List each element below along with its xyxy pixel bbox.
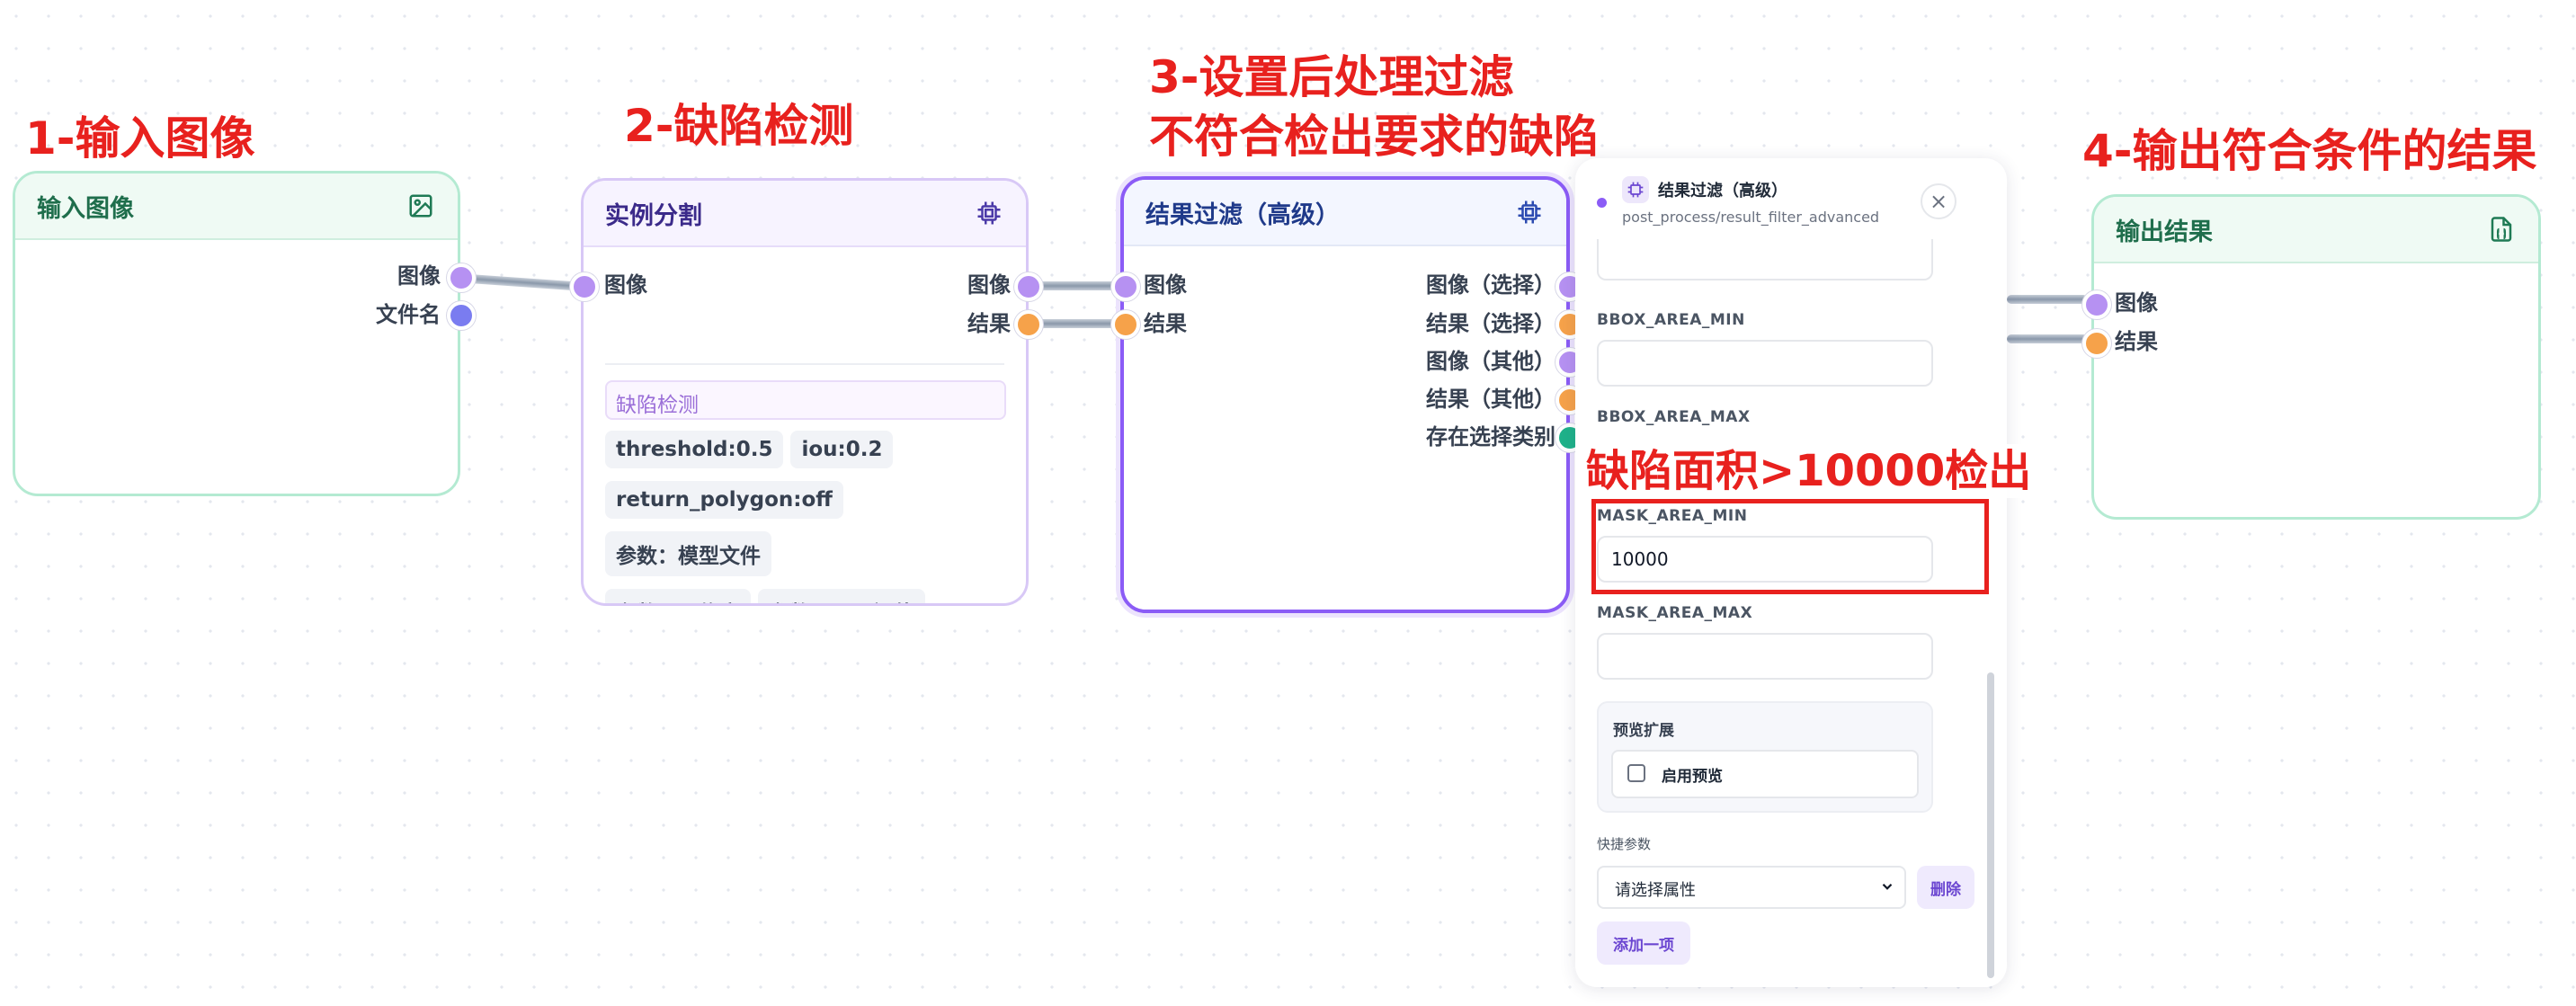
- panel-title: 结果过滤（高级）: [1658, 182, 1787, 200]
- annotation-mask-area: 缺陷面积>10000检出: [1586, 444, 2032, 498]
- highlight-box: [1591, 499, 1989, 594]
- node-header: 输出结果: [2094, 197, 2538, 263]
- segment-node-in-label-image: 图像: [604, 272, 647, 298]
- attribute-select-value: 请选择属性: [1615, 881, 1696, 900]
- segment-node-in-port-image[interactable]: [570, 272, 599, 301]
- scrolled-input[interactable]: [1597, 239, 1933, 280]
- filter-node-in-port-result[interactable]: [1111, 310, 1140, 339]
- chip-confidence: 参数：置信度: [605, 589, 751, 603]
- annotation-step1: 1-输入图像: [25, 112, 255, 165]
- output-node-in-port-image[interactable]: [2082, 290, 2111, 319]
- preview-checkbox-row[interactable]: 启用预览: [1611, 750, 1919, 798]
- node-title: 结果过滤（高级）: [1145, 200, 1340, 229]
- divider: [605, 363, 1004, 365]
- filter-node-in-label-image: 图像: [1144, 272, 1187, 298]
- output-node-in-label-result: 结果: [2115, 329, 2158, 354]
- chip-icon: [1514, 197, 1545, 227]
- segment-node-out-port-image[interactable]: [1014, 272, 1043, 301]
- segment-node-out-label-image: 图像: [967, 272, 1011, 298]
- filter-node-out-label-image-selected: 图像（选择）: [1426, 272, 1555, 298]
- node-header: 输入图像: [15, 174, 458, 240]
- quick-params-label: 快捷参数: [1597, 836, 1652, 852]
- annotation-step3-line2: 不符合检出要求的缺陷: [1149, 111, 1599, 163]
- annotation-step3-line1: 3-设置后处理过滤: [1149, 51, 1514, 103]
- image-icon: [406, 191, 436, 221]
- enable-preview-checkbox[interactable]: [1627, 764, 1645, 782]
- panel-scrollbar[interactable]: [1987, 672, 1994, 978]
- json-file-icon: [2486, 214, 2517, 245]
- chip-model-file: 参数：模型文件: [605, 531, 771, 576]
- annotation-step4: 4-输出符合条件的结果: [2082, 125, 2537, 177]
- attribute-select[interactable]: 请选择属性: [1597, 866, 1906, 909]
- filter-node-out-label-image-other: 图像（其他）: [1426, 349, 1555, 374]
- param-chips: threshold:0.5 iou:0.2 return_polygon:off 参…: [605, 431, 1019, 603]
- add-item-button[interactable]: 添加一项: [1597, 921, 1690, 965]
- input-node-port-filename[interactable]: [447, 301, 476, 330]
- chip-iou: iou:0.2: [790, 431, 894, 468]
- chip-icon: [1622, 176, 1649, 203]
- chevron-down-icon: [1879, 878, 1895, 898]
- wire-input-image: [456, 273, 585, 291]
- output-node-in-label-image: 图像: [2115, 290, 2158, 316]
- preview-section: 预览扩展 启用预览: [1597, 701, 1933, 813]
- chip-iou-threshold: 参数：IOU阈值: [758, 589, 925, 603]
- output-result-node[interactable]: 输出结果: [2091, 194, 2541, 520]
- delete-button[interactable]: 删除: [1917, 866, 1974, 909]
- model-tag: 缺陷检测: [605, 380, 1006, 420]
- panel-dot-icon: [1597, 198, 1607, 208]
- filter-node-out-label-has-selected: 存在选择类别: [1426, 424, 1555, 450]
- filter-node-out-label-result-other: 结果（其他）: [1426, 387, 1555, 412]
- node-header: 结果过滤（高级）: [1124, 180, 1566, 246]
- node-title: 实例分割: [605, 201, 702, 230]
- filter-node-in-label-result: 结果: [1144, 311, 1187, 336]
- filter-node-out-label-result-selected: 结果（选择）: [1426, 311, 1555, 336]
- close-icon[interactable]: ×: [1921, 183, 1957, 219]
- bbox-area-min-label: BBOX_AREA_MIN: [1597, 311, 1745, 329]
- input-image-node[interactable]: 输入图像: [13, 171, 460, 496]
- panel-subtitle: post_process/result_filter_advanced: [1622, 209, 1880, 226]
- input-node-out-label-image: 图像: [397, 263, 441, 289]
- node-title: 输出结果: [2116, 218, 2213, 246]
- chip-return-polygon: return_polygon:off: [605, 481, 843, 519]
- input-node-out-label-filename: 文件名: [376, 302, 441, 327]
- wire-out-image: [2007, 295, 2088, 304]
- output-node-in-port-result[interactable]: [2082, 329, 2111, 358]
- preview-section-title: 预览扩展: [1613, 722, 1674, 740]
- panel-header: 结果过滤（高级） post_process/result_filter_adva…: [1575, 158, 2007, 239]
- bbox-area-max-label: BBOX_AREA_MAX: [1597, 408, 1751, 426]
- mask-area-max-input[interactable]: [1597, 633, 1933, 680]
- segment-node-out-label-result: 结果: [967, 311, 1011, 336]
- segment-node-out-port-result[interactable]: [1014, 310, 1043, 339]
- wire-out-result: [2007, 334, 2088, 343]
- mask-area-max-label: MASK_AREA_MAX: [1597, 604, 1753, 622]
- chip-icon: [974, 198, 1004, 228]
- chip-threshold: threshold:0.5: [605, 431, 784, 468]
- bbox-area-min-input[interactable]: [1597, 340, 1933, 387]
- node-header: 实例分割: [584, 181, 1026, 247]
- input-node-port-image[interactable]: [447, 263, 476, 292]
- enable-preview-label: 启用预览: [1662, 768, 1723, 786]
- instance-segmentation-node[interactable]: 实例分割 缺陷检测 threshold:0.5 iou:0.2 return_po…: [581, 178, 1029, 606]
- node-title: 输入图像: [37, 194, 134, 223]
- filter-node-in-port-image[interactable]: [1111, 272, 1140, 301]
- annotation-step2: 2-缺陷检测: [624, 100, 854, 152]
